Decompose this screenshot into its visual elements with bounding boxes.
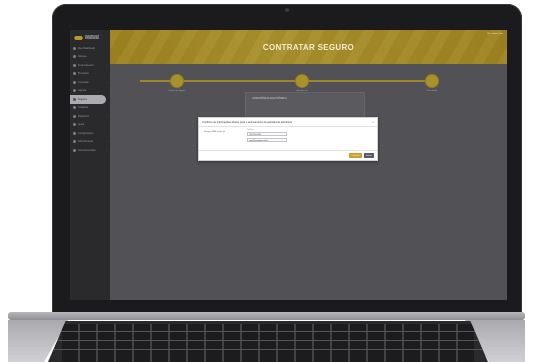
dialog-field-label: Deseja SMS assim tu xyxy=(204,131,225,133)
webcam xyxy=(285,8,289,12)
keyboard-keys xyxy=(62,324,474,362)
base-hinge xyxy=(8,312,525,320)
keyboard xyxy=(48,321,488,362)
key-row-divider xyxy=(48,340,488,341)
user-info[interactable]: Olá, usuário | Sair xyxy=(487,33,503,35)
email-field[interactable]: email@exemplo.com.br xyxy=(247,138,287,142)
key-row-divider xyxy=(48,349,488,350)
close-icon[interactable]: × xyxy=(372,120,374,124)
phone-field[interactable]: (11) 9999-9999 xyxy=(247,132,287,136)
page-title: CONTRATAR SEGURO xyxy=(262,43,355,52)
laptop-base xyxy=(8,312,525,362)
confirmation-dialog: Confirme as informações abaixo para o ac… xyxy=(198,117,378,161)
laptop-screen: CHEVROLET FINANCEIRA Meu Dashboard Client… xyxy=(70,30,507,300)
dialog-title: Confirme as informações abaixo para o ac… xyxy=(202,121,292,124)
cancel-button[interactable]: Cancelar xyxy=(349,153,362,158)
photo-scene: CHEVROLET FINANCEIRA Meu Dashboard Client… xyxy=(0,0,533,362)
key-row-divider xyxy=(48,331,488,332)
dialog-divider xyxy=(199,126,377,127)
dialog-footer-divider xyxy=(199,150,377,151)
modal-backdrop[interactable] xyxy=(70,30,507,300)
phone-caption: Telefone xyxy=(247,129,254,131)
send-button[interactable]: Enviar xyxy=(364,153,374,158)
